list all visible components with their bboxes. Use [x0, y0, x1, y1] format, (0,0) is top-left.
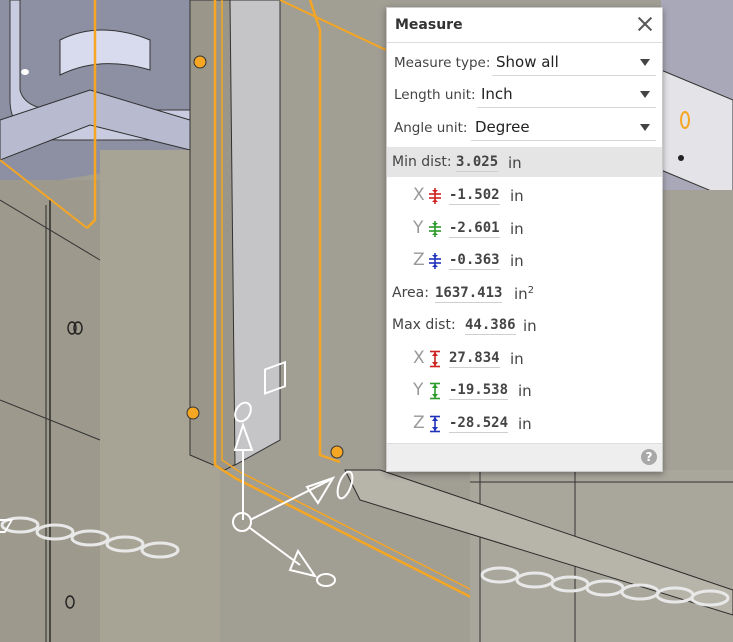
min-dist-row[interactable]: Min dist: 3.025 in — [387, 147, 662, 177]
max-x-value[interactable]: 27.834 — [449, 350, 500, 368]
max-z-unit: in — [518, 415, 532, 433]
min-x-value[interactable]: -1.502 — [449, 187, 500, 205]
min-x-unit: in — [510, 187, 524, 205]
measure-type-label: Measure type: — [394, 55, 491, 71]
chevron-down-icon — [640, 91, 650, 98]
max-y-row[interactable]: Y -19.538 in — [387, 375, 662, 405]
max-x-unit: in — [510, 350, 524, 368]
min-dist-unit: in — [508, 154, 522, 172]
close-icon[interactable] — [637, 16, 653, 32]
min-z-row[interactable]: Z -0.363 in — [387, 245, 662, 275]
area-row[interactable]: Area: 1637.413 in2 — [387, 278, 662, 308]
max-y-value[interactable]: -19.538 — [449, 382, 509, 400]
chevron-down-icon — [640, 124, 650, 131]
length-unit-value: Inch — [481, 85, 513, 103]
min-y-value[interactable]: -2.601 — [449, 220, 500, 238]
max-z-row[interactable]: Z -28.524 in — [387, 408, 662, 438]
angle-unit-value: Degree — [475, 118, 530, 136]
max-x-axis-icon — [430, 350, 440, 368]
min-y-row[interactable]: Y -2.601 in — [387, 213, 662, 243]
angle-unit-row: Angle unit: Degree — [387, 111, 662, 143]
panel-footer: ? — [387, 443, 662, 471]
max-dist-value[interactable]: 44.386 — [465, 317, 516, 335]
y-axis-label: Y — [413, 218, 424, 238]
max-z-axis-icon — [430, 415, 440, 433]
chevron-down-icon — [640, 59, 650, 66]
area-value[interactable]: 1637.413 — [435, 285, 503, 303]
max-x-row[interactable]: X 27.834 in — [387, 343, 662, 373]
x-axis-label: X — [413, 185, 425, 205]
min-x-row[interactable]: X -1.502 in — [387, 180, 662, 210]
help-icon[interactable]: ? — [641, 449, 657, 465]
min-x-axis-icon — [429, 188, 441, 204]
max-dist-row[interactable]: Max dist: 44.386 in — [387, 310, 662, 340]
max-y-axis-icon — [430, 382, 440, 400]
min-z-value[interactable]: -0.363 — [449, 252, 500, 270]
angle-unit-label: Angle unit: — [394, 120, 468, 136]
min-dist-value[interactable]: 3.025 — [456, 154, 499, 172]
x-axis-label: X — [413, 348, 425, 368]
min-y-axis-icon — [429, 221, 441, 237]
y-axis-label: Y — [413, 380, 424, 400]
panel-header: Measure — [387, 8, 662, 43]
length-unit-row: Length unit: Inch — [387, 78, 662, 110]
max-dist-label: Max dist: — [392, 317, 456, 333]
length-unit-dropdown[interactable]: Inch — [477, 81, 656, 108]
max-y-unit: in — [518, 382, 532, 400]
length-unit-label: Length unit: — [394, 87, 476, 103]
measure-panel: Measure Measure type: Show all Length un… — [386, 7, 663, 472]
max-z-value[interactable]: -28.524 — [449, 415, 509, 433]
min-z-axis-icon — [429, 253, 441, 269]
measure-type-row: Measure type: Show all — [387, 46, 662, 78]
min-z-unit: in — [510, 252, 524, 270]
z-axis-label: Z — [413, 250, 425, 270]
area-unit: in2 — [514, 285, 535, 303]
z-axis-label: Z — [413, 413, 425, 433]
measure-type-dropdown[interactable]: Show all — [492, 49, 656, 76]
min-dist-label: Min dist: — [392, 154, 452, 170]
min-y-unit: in — [510, 220, 524, 238]
panel-title: Measure — [395, 17, 463, 33]
max-dist-unit: in — [523, 317, 537, 335]
measure-type-value: Show all — [496, 53, 559, 71]
area-label: Area: — [392, 285, 429, 301]
angle-unit-dropdown[interactable]: Degree — [471, 114, 656, 141]
